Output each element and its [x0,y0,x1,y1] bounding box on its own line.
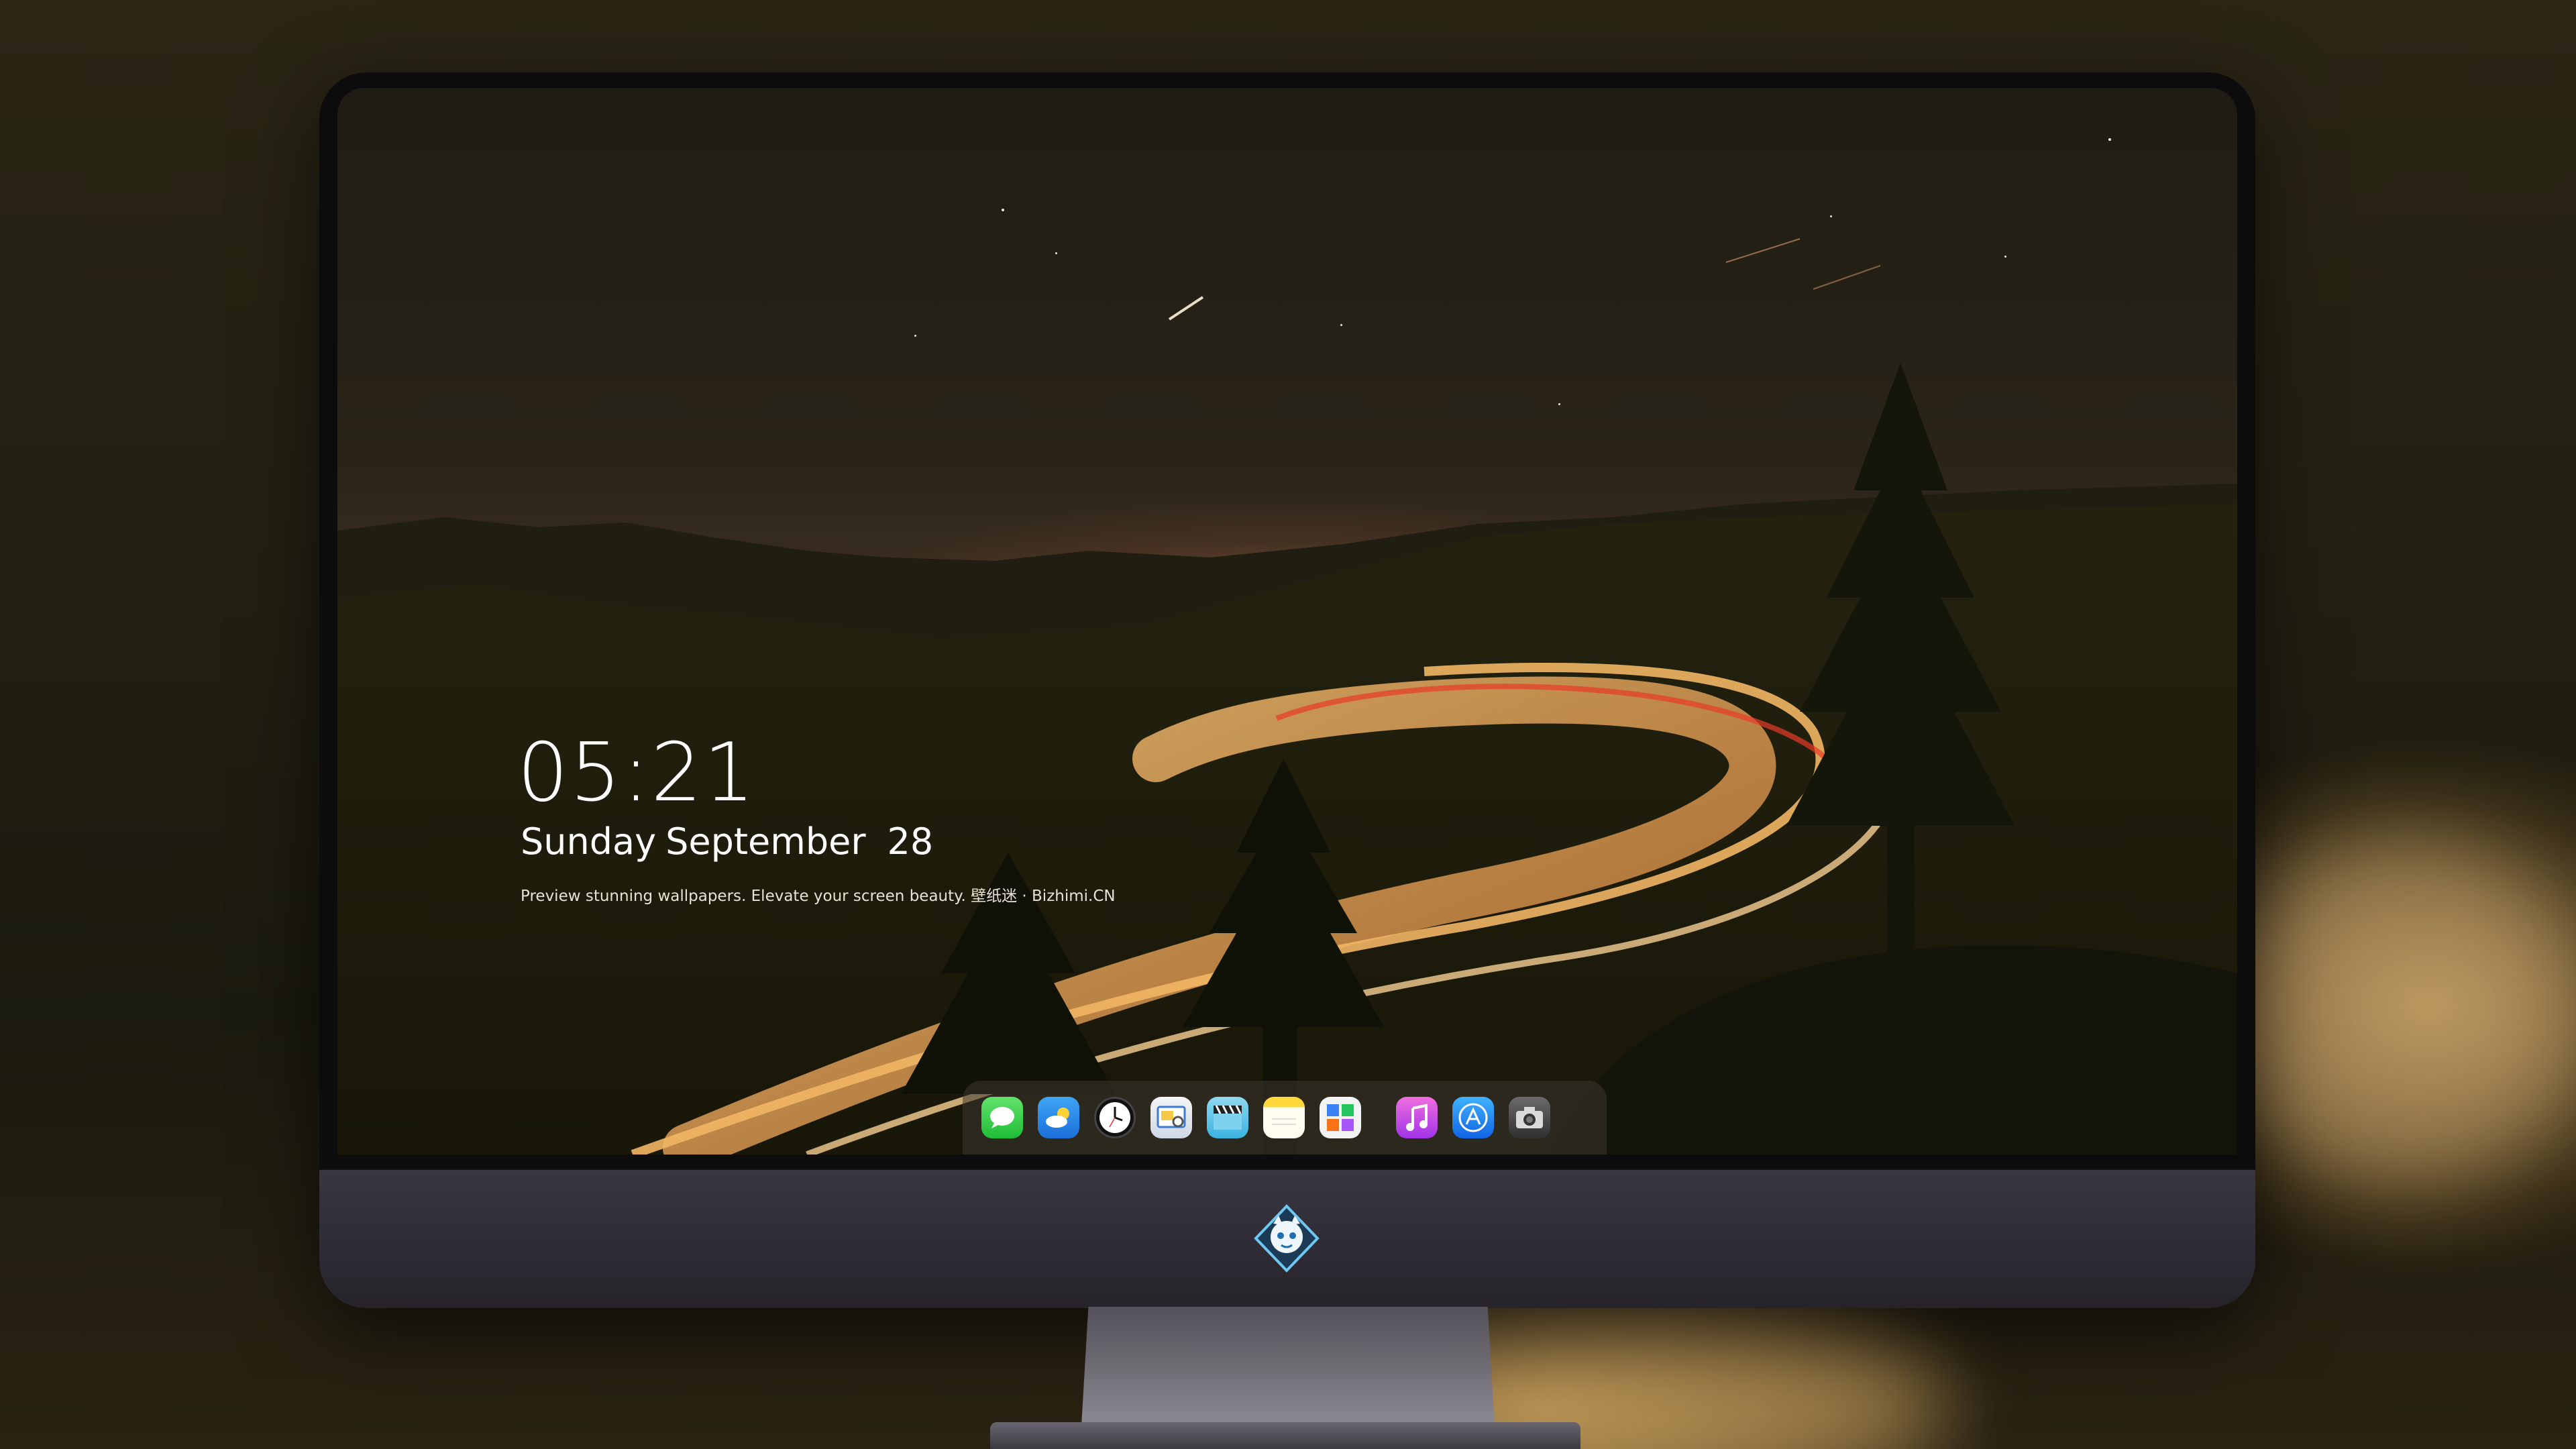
star [1002,209,1004,211]
clapper-icon[interactable] [1207,1097,1248,1138]
weather-icon[interactable] [1038,1097,1079,1138]
monitor-chin [319,1169,2255,1308]
app-store-icon[interactable] [1452,1097,1494,1138]
messages-icon[interactable] [981,1097,1023,1138]
star [1830,215,1832,217]
clock-icon[interactable] [1094,1097,1136,1138]
star [1340,324,1342,326]
star [2108,138,2111,141]
notes-icon[interactable] [1263,1097,1305,1138]
camera-icon[interactable] [1509,1097,1550,1138]
preview-icon[interactable] [1150,1097,1192,1138]
star [914,335,916,337]
lock-screen-clock: 05:21 [517,727,756,820]
photos-icon[interactable] [1320,1097,1361,1138]
wallpaper-tagline: Preview stunning wallpapers. Elevate you… [521,888,1116,905]
brand-mascot-icon [1254,1204,1320,1273]
date-month: September [665,820,866,863]
lock-screen-date: Sunday September 28 [521,820,933,863]
star [1055,252,1057,254]
blurred-desktop-backdrop: 05:21 Sunday September 28 Preview stunning… [0,0,2576,1449]
app-dock [963,1081,1607,1155]
music-icon[interactable] [1396,1097,1438,1138]
wallpaper-landscape [337,238,2237,1155]
backdrop-warm-glow [2214,839,2576,1187]
star [2004,256,2006,258]
date-weekday: Sunday [521,820,657,863]
star [1558,403,1560,405]
meteor-streak [1168,296,1204,321]
lock-screen: 05:21 Sunday September 28 Preview stunning… [337,88,2237,1155]
monitor-stand-base [990,1422,1580,1449]
date-day: 28 [887,820,934,863]
